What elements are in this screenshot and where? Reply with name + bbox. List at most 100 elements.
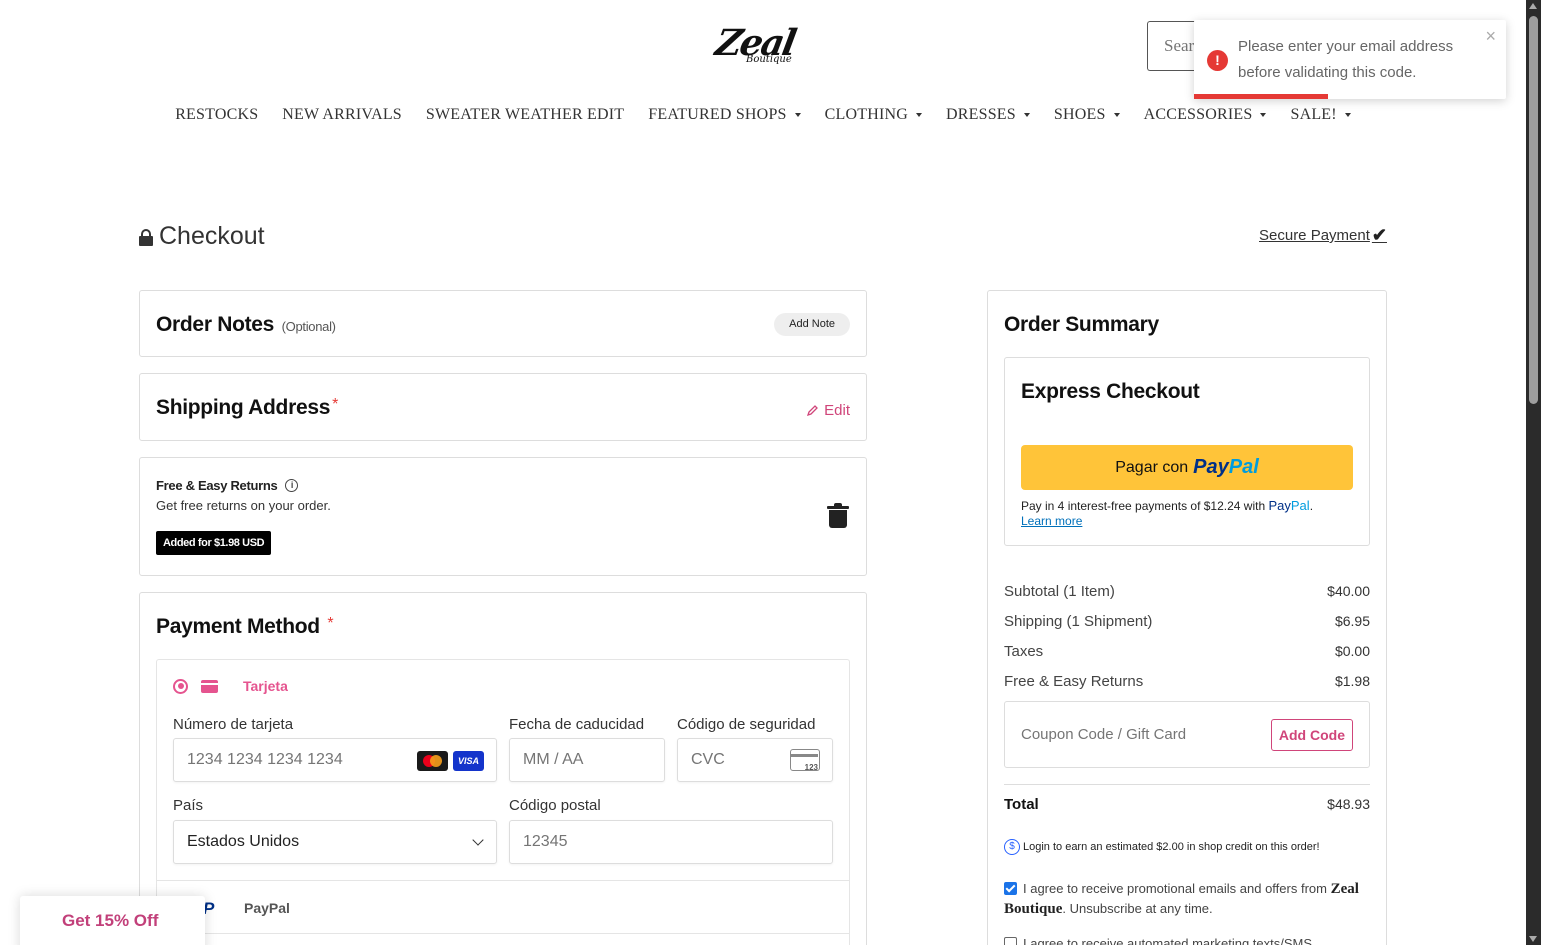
nav-item-label: SWEATER WEATHER EDIT [425,106,625,123]
total-value: $48.93 [1327,796,1370,812]
returns-title-text: Free & Easy Returns [156,478,278,493]
add-note-button[interactable]: Add Note [774,313,850,336]
summary-row: Shipping (1 Shipment) $6.95 [1004,613,1370,630]
cvc-label: Código de seguridad [677,716,816,733]
country-select[interactable]: Estados Unidos [173,820,497,864]
nav-item-label: RESTOCKS [175,106,259,123]
expiry-field[interactable] [509,738,665,782]
nav-item-featured-shops[interactable]: FEATURED SHOPS [636,106,812,124]
nav-item-sweater-weather-edit[interactable]: SWEATER WEATHER EDIT [414,106,636,124]
discount-popup-button[interactable]: Get 15% Off [20,896,205,945]
checkout-title-text: Checkout [159,222,265,250]
nav-item-label: CLOTHING [824,106,909,123]
shipping-title: Shipping Address [156,396,331,419]
edit-label: Edit [824,402,850,419]
learn-more-link[interactable]: Learn more [1021,514,1082,528]
paypal-option[interactable]: P PayPal [157,880,849,934]
payment-title: Payment Method [156,615,320,638]
free-returns-card: Free & Easy Returns i Get free returns o… [139,457,867,576]
credit-text: Login to earn an estimated $2.00 in shop… [1023,841,1320,853]
nav-item-label: NEW ARRIVALS [282,106,402,123]
dollar-coin-icon: $ [1004,839,1020,855]
secure-payment-text: Secure Payment [1259,227,1370,244]
order-notes-title: Order Notes [156,313,275,336]
required-marker: * [327,615,334,632]
order-notes-heading: Order Notes (Optional) [156,313,336,337]
nav-item-label: ACCESSORIES [1143,106,1253,123]
zeal-boutique-logo[interactable]: Zeal Boutique [712,22,808,72]
scroll-up-icon[interactable] [1529,3,1537,9]
card-option[interactable]: Tarjeta [173,678,288,694]
sms-consent-checkbox[interactable] [1004,937,1017,945]
card-radio[interactable] [173,678,188,694]
caret-down-icon [1113,113,1120,117]
postal-code-field[interactable] [509,820,833,864]
returns-added-badge: Added for $1.98 USD [156,531,272,555]
scroll-down-icon[interactable] [1529,936,1537,942]
nav-item-label: DRESSES [946,106,1016,123]
visa-icon: VISA [453,751,484,771]
nav-item-clothing[interactable]: CLOTHING [813,106,934,124]
paypal-option-label: PayPal [244,900,290,916]
sms-consent: I agree to receive automated marketing t… [1004,936,1312,945]
summary-row-value: $0.00 [1334,643,1370,659]
nav-item-shoes[interactable]: SHOES [1042,106,1132,124]
order-notes-optional: (Optional) [281,319,336,334]
paypal-logo-small: PayPal [1268,498,1310,513]
postal-code-input[interactable] [510,821,832,863]
nav-item-dresses[interactable]: DRESSES [934,106,1042,124]
payment-heading: Payment Method * [156,615,334,639]
nav-item-restocks[interactable]: RESTOCKS [163,106,270,124]
add-code-button[interactable]: Add Code [1270,719,1353,751]
coupon-input[interactable] [1005,702,1255,767]
page-scrollbar[interactable] [1526,0,1541,945]
express-checkout-box: Express Checkout Pagar con PayPal Pay in… [1004,357,1370,546]
summary-row-label: Shipping (1 Shipment) [1004,613,1153,630]
caret-down-icon [916,113,923,117]
returns-title: Free & Easy Returns i [156,478,299,493]
trash-icon[interactable] [827,503,849,529]
toast-progress-bar [1194,94,1329,99]
nav-item-new-arrivals[interactable]: NEW ARRIVALS [270,106,414,124]
nav-item-label: SHOES [1053,106,1106,123]
caret-down-icon [1344,113,1351,117]
card-number-field[interactable]: VISA [173,738,497,782]
info-icon[interactable]: i [285,479,299,492]
email-consent-checkbox[interactable] [1004,882,1017,895]
lock-icon [139,229,153,246]
checkmark-icon: ✔ [1371,225,1387,245]
nav-item-label: FEATURED SHOPS [648,106,787,123]
mastercard-icon [417,751,448,771]
nav-item-accessories[interactable]: ACCESSORIES [1132,106,1279,124]
summary-row-value: $6.95 [1334,613,1370,629]
paypal-checkout-button[interactable]: Pagar con PayPal [1021,445,1353,490]
payment-options: Tarjeta Número de tarjeta VISA Fecha de … [156,659,850,945]
pay-later-message: Pay in 4 interest-free payments of $12.2… [1021,498,1314,513]
nav-item-label: SALE! [1290,106,1337,123]
edit-shipping-button[interactable]: Edit [806,402,850,419]
secure-payment-link[interactable]: Secure Payment ✔ [1259,225,1387,246]
scrollbar-thumb[interactable] [1529,16,1538,404]
paypal-logo: PayPal [1193,456,1259,478]
summary-row: Taxes $0.00 [1004,643,1370,660]
summary-row: Subtotal (1 Item) $40.00 [1004,583,1370,600]
country-label: País [173,797,204,814]
summary-row-label: Subtotal (1 Item) [1004,583,1115,600]
coupon-box: Add Code [1004,701,1370,768]
expiry-input[interactable] [510,739,664,781]
card-number-label: Número de tarjeta [173,716,294,733]
nav-item-sale[interactable]: SALE! [1278,106,1362,124]
cvc-field[interactable]: 123 [677,738,833,782]
cvc-icon-text: 123 [804,763,818,772]
shipping-address-card: Shipping Address * Edit [139,373,867,441]
consent-text-post: . Unsubscribe at any time. [1062,901,1213,916]
total-row: Total $48.93 [1004,796,1370,813]
summary-row-value: $40.00 [1327,583,1370,599]
paypal-btn-prefix: Pagar con [1115,458,1189,476]
expiry-label: Fecha de caducidad [509,716,645,733]
close-icon[interactable]: × [1485,26,1496,47]
pay-later-text: Pay in 4 interest-free payments of $12.2… [1021,499,1266,513]
sms-consent-text: I agree to receive automated marketing t… [1023,936,1313,945]
postal-label: Código postal [509,797,601,814]
main-nav: RESTOCKS NEW ARRIVALS SWEATER WEATHER EDIT… [0,106,1526,124]
